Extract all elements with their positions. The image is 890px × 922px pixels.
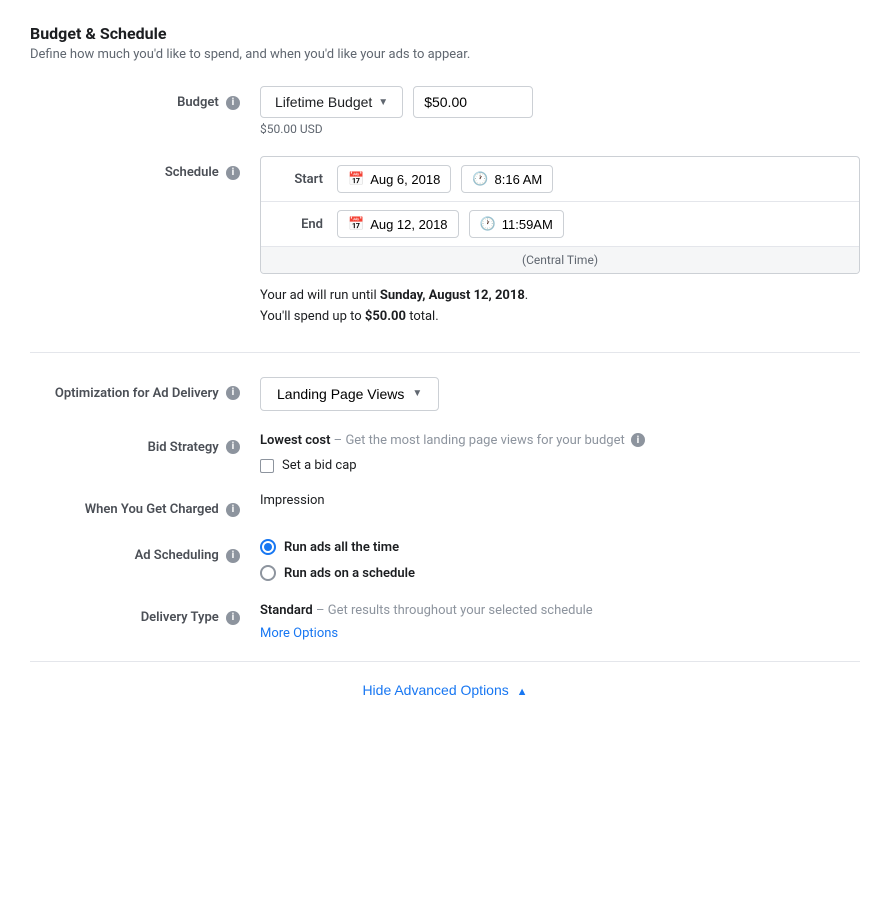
bid-strategy-content: Lowest cost – Get the most landing page … — [260, 431, 860, 474]
section-title: Budget & Schedule — [30, 24, 860, 43]
schedule-start-row: Start 📅 Aug 6, 2018 🕐 8:16 AM — [261, 157, 859, 202]
hide-advanced-section: Hide Advanced Options ▲ — [30, 661, 860, 719]
delivery-name: Standard — [260, 603, 313, 618]
clock-icon-end: 🕐 — [480, 216, 496, 232]
delivery-type-content: Standard – Get results throughout your s… — [260, 601, 860, 641]
bid-cap-label[interactable]: Set a bid cap — [282, 458, 357, 473]
radio-option-all-time[interactable]: Run ads all the time — [260, 539, 860, 555]
section-divider — [30, 352, 860, 353]
schedule-end-row: End 📅 Aug 12, 2018 🕐 11:59AM — [261, 202, 859, 247]
budget-usd-label: $50.00 USD — [260, 122, 860, 136]
end-date-value: Aug 12, 2018 — [370, 217, 447, 232]
budget-row: Budget i Lifetime Budget ▼ $50.00 USD — [30, 86, 860, 136]
start-date-picker[interactable]: 📅 Aug 6, 2018 — [337, 165, 451, 193]
up-arrow-icon: ▲ — [517, 686, 528, 698]
optimization-row: Optimization for Ad Delivery i Landing P… — [30, 377, 860, 411]
charged-value: Impression — [260, 493, 860, 508]
charged-info-icon[interactable]: i — [226, 503, 240, 517]
end-date-picker[interactable]: 📅 Aug 12, 2018 — [337, 210, 459, 238]
hide-advanced-button[interactable]: Hide Advanced Options ▲ — [362, 682, 527, 698]
end-time-picker[interactable]: 🕐 11:59AM — [469, 210, 564, 238]
charged-label: When You Get Charged i — [30, 493, 260, 519]
bid-strategy-label: Bid Strategy i — [30, 431, 260, 457]
radio-all-time-label: Run ads all the time — [284, 540, 399, 555]
budget-schedule-form: Budget & Schedule Define how much you'd … — [0, 0, 890, 743]
start-time-value: 8:16 AM — [495, 172, 543, 187]
budget-info-icon[interactable]: i — [226, 96, 240, 110]
bid-strategy-info-icon[interactable]: i — [226, 440, 240, 454]
radio-on-schedule-label: Run ads on a schedule — [284, 566, 415, 581]
bid-cap-row: Set a bid cap — [260, 458, 860, 473]
budget-input-row: Lifetime Budget ▼ — [260, 86, 860, 118]
ad-scheduling-row: Ad Scheduling i Run ads all the time Run… — [30, 539, 860, 581]
radio-on-schedule[interactable] — [260, 565, 276, 581]
start-label: Start — [273, 172, 323, 187]
end-label: End — [273, 217, 323, 232]
delivery-type-row: Delivery Type i Standard – Get results t… — [30, 601, 860, 641]
delivery-type-label: Delivery Type i — [30, 601, 260, 627]
budget-type-dropdown[interactable]: Lifetime Budget ▼ — [260, 86, 403, 118]
end-time-value: 11:59AM — [502, 217, 553, 232]
schedule-content: Start 📅 Aug 6, 2018 🕐 8:16 AM End 📅 Aug … — [260, 156, 860, 328]
delivery-separator: – — [313, 603, 328, 618]
optimization-label: Optimization for Ad Delivery i — [30, 377, 260, 403]
ad-scheduling-info-icon[interactable]: i — [226, 549, 240, 563]
radio-all-time[interactable] — [260, 539, 276, 555]
charged-content: Impression — [260, 493, 860, 508]
calendar-icon-end: 📅 — [348, 216, 364, 232]
optimization-content: Landing Page Views ▼ — [260, 377, 860, 411]
ad-run-note: Your ad will run until Sunday, August 12… — [260, 286, 860, 328]
calendar-icon: 📅 — [348, 171, 364, 187]
start-time-picker[interactable]: 🕐 8:16 AM — [461, 165, 553, 193]
timezone-label: (Central Time) — [522, 253, 598, 267]
bid-strategy-row: Bid Strategy i Lowest cost – Get the mos… — [30, 431, 860, 474]
optimization-info-icon[interactable]: i — [226, 386, 240, 400]
delivery-description: Get results throughout your selected sch… — [328, 603, 593, 618]
optimization-dropdown-arrow: ▼ — [412, 388, 422, 399]
ad-scheduling-content: Run ads all the time Run ads on a schedu… — [260, 539, 860, 581]
schedule-label: Schedule i — [30, 156, 260, 182]
charged-row: When You Get Charged i Impression — [30, 493, 860, 519]
budget-content: Lifetime Budget ▼ $50.00 USD — [260, 86, 860, 136]
clock-icon: 🕐 — [472, 171, 488, 187]
optimization-dropdown[interactable]: Landing Page Views ▼ — [260, 377, 439, 411]
bid-cap-checkbox[interactable] — [260, 459, 274, 473]
ad-scheduling-label: Ad Scheduling i — [30, 539, 260, 565]
bid-strategy-desc-info-icon[interactable]: i — [631, 433, 645, 447]
schedule-row: Schedule i Start 📅 Aug 6, 2018 🕐 8:16 AM — [30, 156, 860, 328]
ad-scheduling-options: Run ads all the time Run ads on a schedu… — [260, 539, 860, 581]
bid-strategy-text: Lowest cost – Get the most landing page … — [260, 431, 860, 451]
more-options-link[interactable]: More Options — [260, 626, 860, 641]
section-header: Budget & Schedule Define how much you'd … — [30, 24, 860, 62]
budget-label: Budget i — [30, 86, 260, 112]
start-date-value: Aug 6, 2018 — [370, 172, 440, 187]
budget-amount-input[interactable] — [413, 86, 533, 118]
section-subtitle: Define how much you'd like to spend, and… — [30, 47, 860, 62]
dropdown-arrow-icon: ▼ — [378, 97, 388, 108]
schedule-table: Start 📅 Aug 6, 2018 🕐 8:16 AM End 📅 Aug … — [260, 156, 860, 274]
radio-option-schedule[interactable]: Run ads on a schedule — [260, 565, 860, 581]
timezone-row: (Central Time) — [261, 247, 859, 273]
delivery-type-info-icon[interactable]: i — [226, 611, 240, 625]
schedule-info-icon[interactable]: i — [226, 166, 240, 180]
